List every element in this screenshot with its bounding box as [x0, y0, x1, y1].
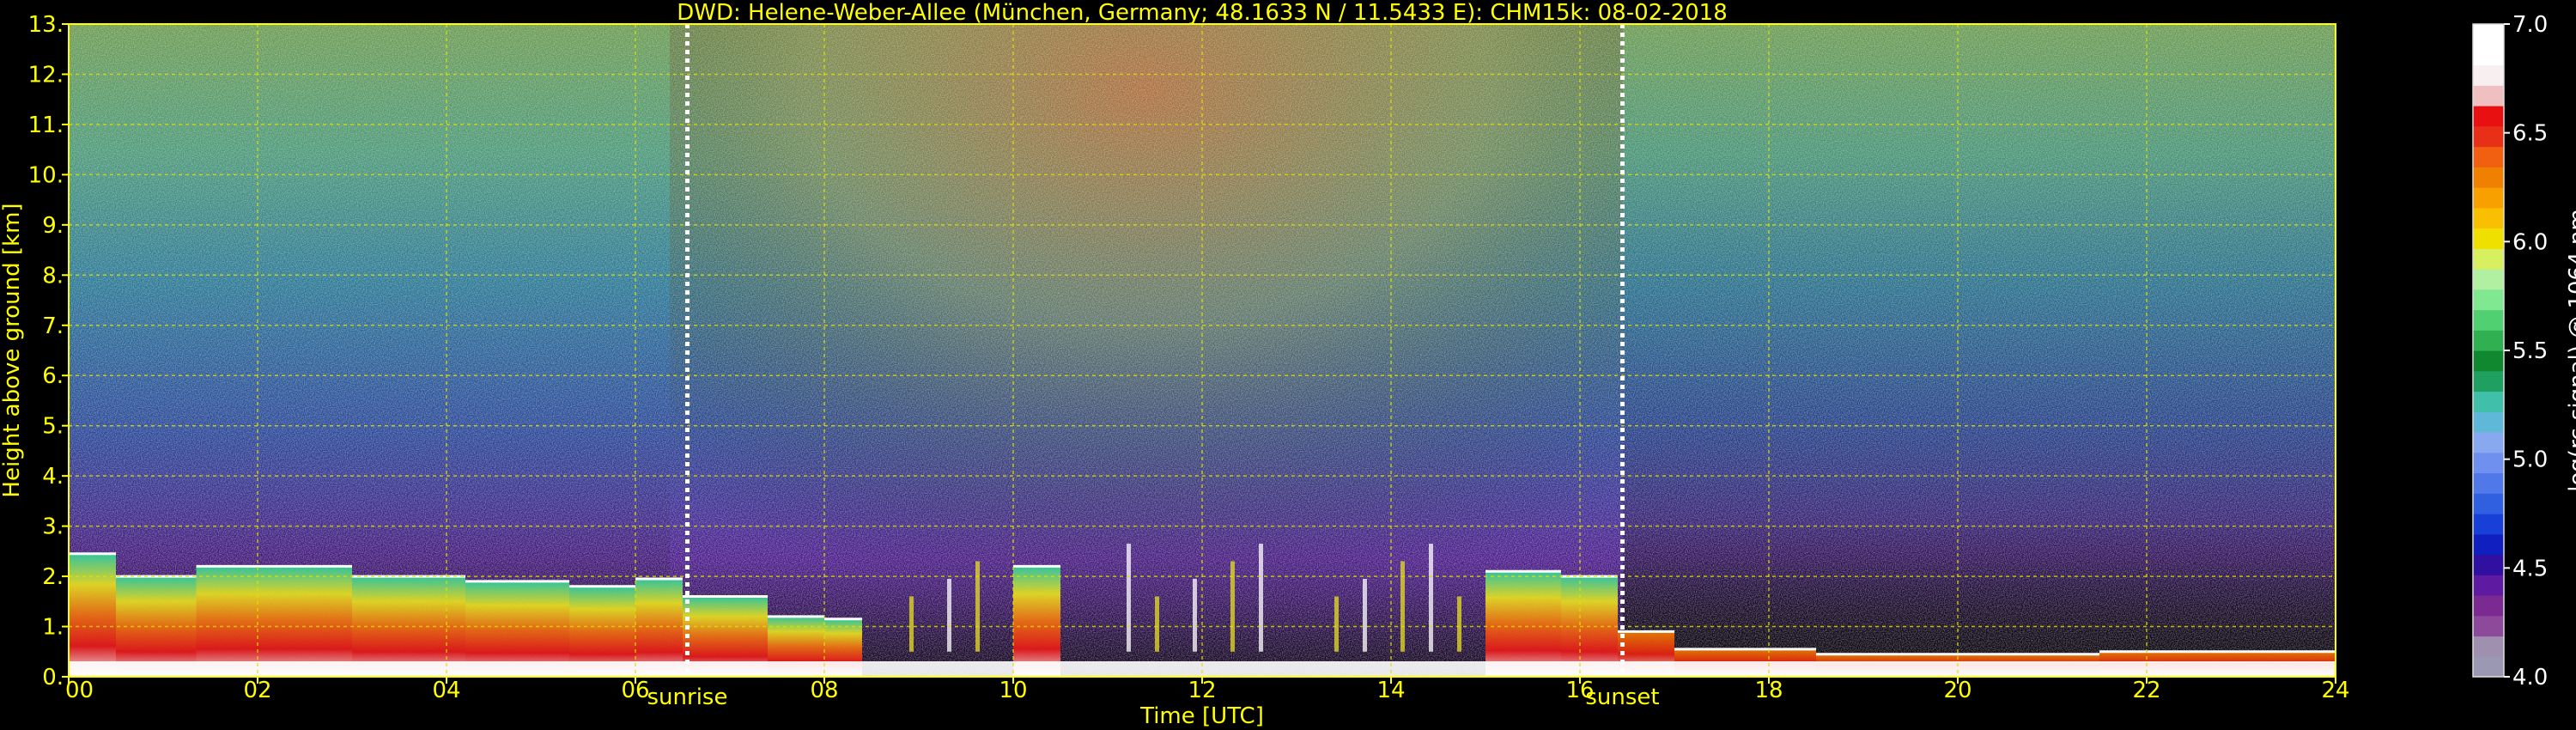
y-tick-label: 0. — [42, 665, 64, 690]
colorbar-segment — [2473, 472, 2504, 494]
colorbar-tick-label: 6.5 — [2512, 121, 2548, 147]
colorbar-tick-label: 7.0 — [2512, 12, 2548, 38]
colorbar-segment — [2473, 636, 2504, 657]
colorbar-segment — [2473, 656, 2504, 678]
y-tick-label: 10. — [28, 162, 64, 188]
y-axis-label: Height above ground [km] — [0, 203, 25, 497]
cloud-streak — [1457, 596, 1461, 652]
colorbar-segment — [2473, 350, 2504, 372]
colorbar-segment — [2473, 24, 2504, 46]
cloud-streak — [1429, 544, 1433, 652]
chart-title: DWD: Helene-Weber-Allee (München, German… — [677, 0, 1728, 26]
x-tick-label: 14 — [1376, 678, 1405, 703]
x-tick-label: 20 — [1943, 678, 1971, 703]
colorbar-tick-label: 5.0 — [2512, 447, 2548, 473]
colorbar-segment — [2473, 493, 2504, 514]
colorbar-segment — [2473, 269, 2504, 290]
colorbar-segment — [2473, 533, 2504, 556]
colorbar-tick-label: 6.0 — [2512, 229, 2548, 255]
colorbar-segment — [2473, 44, 2504, 66]
colorbar-segment — [2473, 595, 2504, 617]
colorbar-segment — [2473, 452, 2504, 474]
y-tick-label: 13. — [28, 12, 64, 38]
colorbar-segment — [2473, 309, 2504, 331]
y-tick-label: 8. — [42, 263, 64, 289]
x-tick-label: 12 — [1188, 678, 1216, 703]
aerosol-layer-segment — [69, 553, 116, 677]
aerosol-layer-segment — [196, 566, 352, 677]
colorbar-segment — [2473, 411, 2504, 433]
y-tick-label: 11. — [28, 113, 64, 138]
colorbar-segment — [2473, 391, 2504, 412]
cloud-streak — [1363, 579, 1367, 652]
y-tick-label: 4. — [42, 464, 64, 490]
colorbar-segment — [2473, 146, 2504, 167]
x-tick-label: 06 — [621, 678, 649, 703]
colorbar-tick-label: 4.0 — [2512, 665, 2548, 690]
colorbar-segment — [2473, 289, 2504, 311]
cloud-streak — [1193, 579, 1197, 652]
cloud-streak — [1259, 544, 1263, 652]
x-tick-label: 02 — [243, 678, 271, 703]
x-tick-label: 22 — [2132, 678, 2160, 703]
x-tick-label: 24 — [2321, 678, 2349, 703]
colorbar-ticks: 4.0 4.5 5.0 5.5 6.0 6.5 7.0 — [2504, 12, 2548, 690]
cloud-streak — [1334, 596, 1339, 652]
colorbar-segment — [2473, 106, 2504, 127]
colorbar-segment — [2473, 514, 2504, 535]
colorbar-label: log(rc-signal) @ 1064 nm — [2565, 209, 2576, 491]
x-tick-label: 10 — [999, 678, 1027, 703]
x-axis-ticks: 00 02 04 06 08 10 12 14 16 18 20 22 24 — [65, 677, 2350, 703]
colorbar-segment — [2473, 575, 2504, 596]
cloud-streak — [975, 561, 980, 652]
colorbar-tick-label: 4.5 — [2512, 556, 2548, 581]
colorbar-segment — [2473, 125, 2504, 148]
colorbar-segment — [2473, 330, 2504, 351]
x-tick-label: 18 — [1754, 678, 1783, 703]
colorbar-segment — [2473, 167, 2504, 188]
cloud-streak — [1127, 544, 1131, 652]
y-tick-label: 3. — [42, 514, 64, 540]
colorbar-segment — [2473, 228, 2504, 249]
aerosol-layer-segment — [1485, 571, 1561, 677]
y-tick-label: 6. — [42, 363, 64, 389]
colorbar-tick-label: 5.5 — [2512, 338, 2548, 364]
colorbar-segment — [2473, 370, 2504, 392]
sunset-label: sunset — [1585, 684, 1659, 710]
y-axis-ticks: 0. 1. 2. 3. 4. 5. 6. 7. 8. 9. 10. 11. 12. 13. — [28, 12, 69, 690]
y-tick-label: 2. — [42, 564, 64, 590]
y-tick-label: 9. — [42, 213, 64, 239]
cloud-streak — [909, 596, 914, 652]
colorbar-segment — [2473, 85, 2504, 106]
y-tick-label: 1. — [42, 615, 64, 641]
y-tick-label: 7. — [42, 313, 64, 339]
cloud-streak — [1230, 561, 1235, 652]
y-tick-label: 5. — [42, 414, 64, 440]
colorbar — [2473, 24, 2504, 678]
ceilometer-chart: DWD: Helene-Weber-Allee (München, German… — [0, 0, 2576, 729]
x-tick-label: 04 — [432, 678, 460, 703]
cloud-streak — [947, 579, 951, 652]
colorbar-segment — [2473, 64, 2504, 86]
colorbar-segment — [2473, 554, 2504, 575]
aerosol-layer-segment — [1013, 566, 1060, 677]
cloud-streak — [1400, 561, 1405, 652]
colorbar-segment — [2473, 615, 2504, 637]
colorbar-segment — [2473, 432, 2504, 453]
colorbar-segment — [2473, 207, 2504, 229]
sunrise-label: sunrise — [647, 684, 728, 710]
x-tick-label: 08 — [810, 678, 838, 703]
x-axis-label: Time [UTC] — [1139, 703, 1264, 729]
y-tick-label: 12. — [28, 62, 64, 88]
plot-area — [69, 24, 2336, 677]
colorbar-segment — [2473, 248, 2504, 270]
colorbar-segment — [2473, 187, 2504, 209]
x-tick-label: 00 — [65, 678, 94, 703]
cloud-streak — [1155, 596, 1159, 652]
